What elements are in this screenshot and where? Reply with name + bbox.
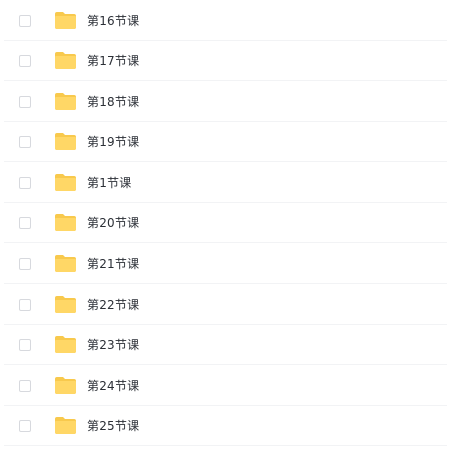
file-name[interactable]: 第18节课: [87, 93, 139, 110]
row-checkbox[interactable]: [19, 216, 31, 229]
list-item[interactable]: 第25节课: [4, 406, 447, 446]
list-item[interactable]: 第19节课: [4, 122, 447, 162]
row-checkbox[interactable]: [19, 54, 31, 67]
file-name[interactable]: 第21节课: [87, 255, 139, 272]
row-checkbox[interactable]: [19, 419, 31, 432]
folder-icon: [55, 417, 76, 434]
folder-icon: [55, 12, 76, 29]
file-list: 第16节课 第17节课 第18节课 第19节课 第1节课 第20节课 第21节课…: [0, 0, 451, 451]
row-checkbox[interactable]: [19, 135, 31, 148]
row-checkbox[interactable]: [19, 338, 31, 351]
folder-icon: [55, 174, 76, 191]
list-item[interactable]: 第21节课: [4, 244, 447, 284]
row-checkbox[interactable]: [19, 95, 31, 108]
file-name[interactable]: 第24节课: [87, 377, 139, 394]
list-item[interactable]: 第17节课: [4, 41, 447, 81]
folder-icon: [55, 133, 76, 150]
folder-icon: [55, 52, 76, 69]
file-name[interactable]: 第20节课: [87, 214, 139, 231]
list-item[interactable]: 第23节课: [4, 325, 447, 365]
row-checkbox[interactable]: [19, 379, 31, 392]
list-item[interactable]: 第24节课: [4, 366, 447, 406]
folder-icon: [55, 296, 76, 313]
row-checkbox[interactable]: [19, 176, 31, 189]
file-name[interactable]: 第23节课: [87, 336, 139, 353]
list-item[interactable]: 第16节课: [4, 1, 447, 41]
folder-icon: [55, 214, 76, 231]
file-name[interactable]: 第16节课: [87, 12, 139, 29]
list-item[interactable]: 第1节课: [4, 163, 447, 203]
folder-icon: [55, 93, 76, 110]
list-item[interactable]: 第22节课: [4, 285, 447, 325]
file-name[interactable]: 第19节课: [87, 133, 139, 150]
row-checkbox[interactable]: [19, 257, 31, 270]
row-checkbox[interactable]: [19, 14, 31, 27]
folder-icon: [55, 336, 76, 353]
file-name[interactable]: 第22节课: [87, 296, 139, 313]
list-item[interactable]: 第18节课: [4, 82, 447, 122]
file-name[interactable]: 第17节课: [87, 52, 139, 69]
row-checkbox[interactable]: [19, 298, 31, 311]
file-name[interactable]: 第25节课: [87, 417, 139, 434]
list-item[interactable]: 第20节课: [4, 203, 447, 243]
file-name[interactable]: 第1节课: [87, 174, 131, 191]
folder-icon: [55, 377, 76, 394]
folder-icon: [55, 255, 76, 272]
